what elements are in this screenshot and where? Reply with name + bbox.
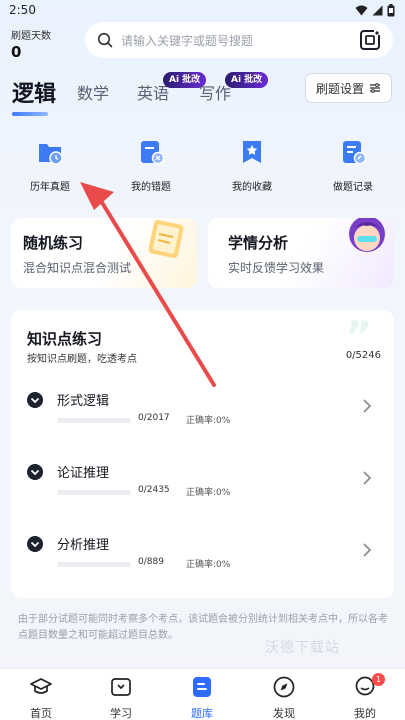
scan-icon[interactable] [359,29,381,51]
streak-counter: 刷题天数 0 [11,27,51,61]
watermark: 沃德下载站 [265,640,340,656]
learning-analysis-card[interactable]: 学情分析 实时反馈学习效果 [208,218,394,288]
wifi-icon [355,5,368,16]
tab-math[interactable]: 数学 [77,80,109,104]
bottom-nav: 首页 学习 题库 发现 1 我的 [0,668,405,720]
question-count: 0/2017 [138,413,170,423]
battery-icon [387,4,395,17]
status-icons [355,4,395,17]
sliders-icon [370,83,380,93]
wrong-answers-label: 我的错题 [131,182,171,193]
question-bank-screen: 2:50 刷题天数 0 请输入关键字或题号搜题 逻辑 数学 英语 Ai 批改 写… [0,0,405,720]
nav-study[interactable]: 学习 [96,675,146,720]
question-count: 0/2435 [138,485,170,495]
knowledge-row-analytical-reasoning[interactable]: 分析推理 0/889 正确率:0% [11,532,394,590]
ai-grading-badge: Ai 批改 [225,72,269,88]
expand-icon[interactable] [27,392,43,408]
chevron-right-icon [363,399,372,413]
nav-question-bank[interactable]: 题库 [177,675,227,720]
avatar-illustration-icon [349,218,385,252]
search-icon [97,32,113,48]
favorites-entry[interactable]: 我的收藏 [212,138,292,193]
record-icon [343,141,367,165]
chevron-right-icon [363,471,372,485]
chevron-right-icon [363,543,372,557]
signal-icon [372,5,383,16]
wrong-answer-icon [141,141,165,165]
random-practice-subtitle: 混合知识点混合测试 [23,261,132,275]
graduation-cap-icon [30,678,52,694]
search-placeholder: 请输入关键字或题号搜题 [121,33,254,48]
past-exams-entry[interactable]: 历年真题 [10,138,90,193]
subject-tabs: 逻辑 数学 英语 Ai 批改 写作 Ai 批改 刷题设置 [0,70,405,120]
tab-logic[interactable]: 逻辑 [12,76,56,108]
quick-entries: 历年真题 我的错题 我的收藏 做题记录 [0,138,405,198]
knowledge-row-formal-logic[interactable]: 形式逻辑 0/2017 正确率:0% [11,388,394,446]
tab-english[interactable]: 英语 Ai 批改 [137,72,207,104]
past-exams-label: 历年真题 [30,182,70,193]
bookmark-star-icon [243,141,261,163]
knowledge-name: 论证推理 [57,466,110,481]
nav-home[interactable]: 首页 [16,675,66,720]
streak-label: 刷题天数 [11,31,51,42]
question-count: 0/889 [138,557,164,567]
settings-label: 刷题设置 [315,81,364,96]
tab-writing[interactable]: 写作 Ai 批改 [199,72,269,104]
tab-english-label: 英语 [137,84,170,103]
streak-value: 0 [11,43,22,61]
nav-home-label: 首页 [30,707,52,720]
practice-record-label: 做题记录 [333,182,373,193]
search-input[interactable]: 请输入关键字或题号搜题 [85,22,393,58]
practice-settings-button[interactable]: 刷题设置 [304,73,392,103]
knowledge-total: 0/5246 [345,350,381,361]
knowledge-subtitle: 按知识点刷题，吃透考点 [27,354,137,365]
nav-question-bank-label: 题库 [191,707,213,720]
expand-icon[interactable] [27,536,43,552]
knowledge-row-argument-reasoning[interactable]: 论证推理 0/2435 正确率:0% [11,460,394,518]
progress-bar [57,418,131,423]
nav-discover-label: 发现 [273,707,295,720]
learning-analysis-title: 学情分析 [228,234,289,252]
knowledge-name: 分析推理 [57,538,110,553]
random-practice-card[interactable]: 随机练习 混合知识点混合测试 [11,218,197,288]
nav-profile[interactable]: 1 我的 [340,673,390,720]
folder-clock-icon [39,144,63,165]
progress-bar [57,490,131,495]
knowledge-practice-section: ” 知识点练习 按知识点刷题，吃透考点 0/5246 形式逻辑 0/2017 正… [11,310,394,598]
accuracy-rate: 正确率:0% [186,560,231,570]
nav-discover[interactable]: 发现 [259,675,309,720]
learning-analysis-subtitle: 实时反馈学习效果 [228,261,325,275]
nav-study-label: 学习 [110,707,132,720]
favorites-label: 我的收藏 [232,182,272,193]
book-icon [111,678,131,696]
question-bank-icon [193,677,211,697]
accuracy-rate: 正确率:0% [186,416,231,426]
random-practice-title: 随机练习 [23,234,84,252]
progress-bar [57,562,131,567]
status-time: 2:50 [9,3,36,17]
knowledge-name: 形式逻辑 [57,394,110,409]
accuracy-rate: 正确率:0% [186,488,231,498]
expand-icon[interactable] [27,464,43,480]
notification-badge: 1 [372,673,385,686]
clipboard-illustration-icon [148,219,184,259]
nav-profile-label: 我的 [354,707,376,720]
knowledge-title: 知识点练习 [27,330,103,348]
tab-writing-label: 写作 [199,84,232,103]
active-tab-indicator [12,112,48,116]
status-bar: 2:50 [0,0,405,22]
compass-icon [273,676,295,698]
practice-record-entry[interactable]: 做题记录 [313,138,393,193]
wrong-answers-entry[interactable]: 我的错题 [111,138,191,193]
